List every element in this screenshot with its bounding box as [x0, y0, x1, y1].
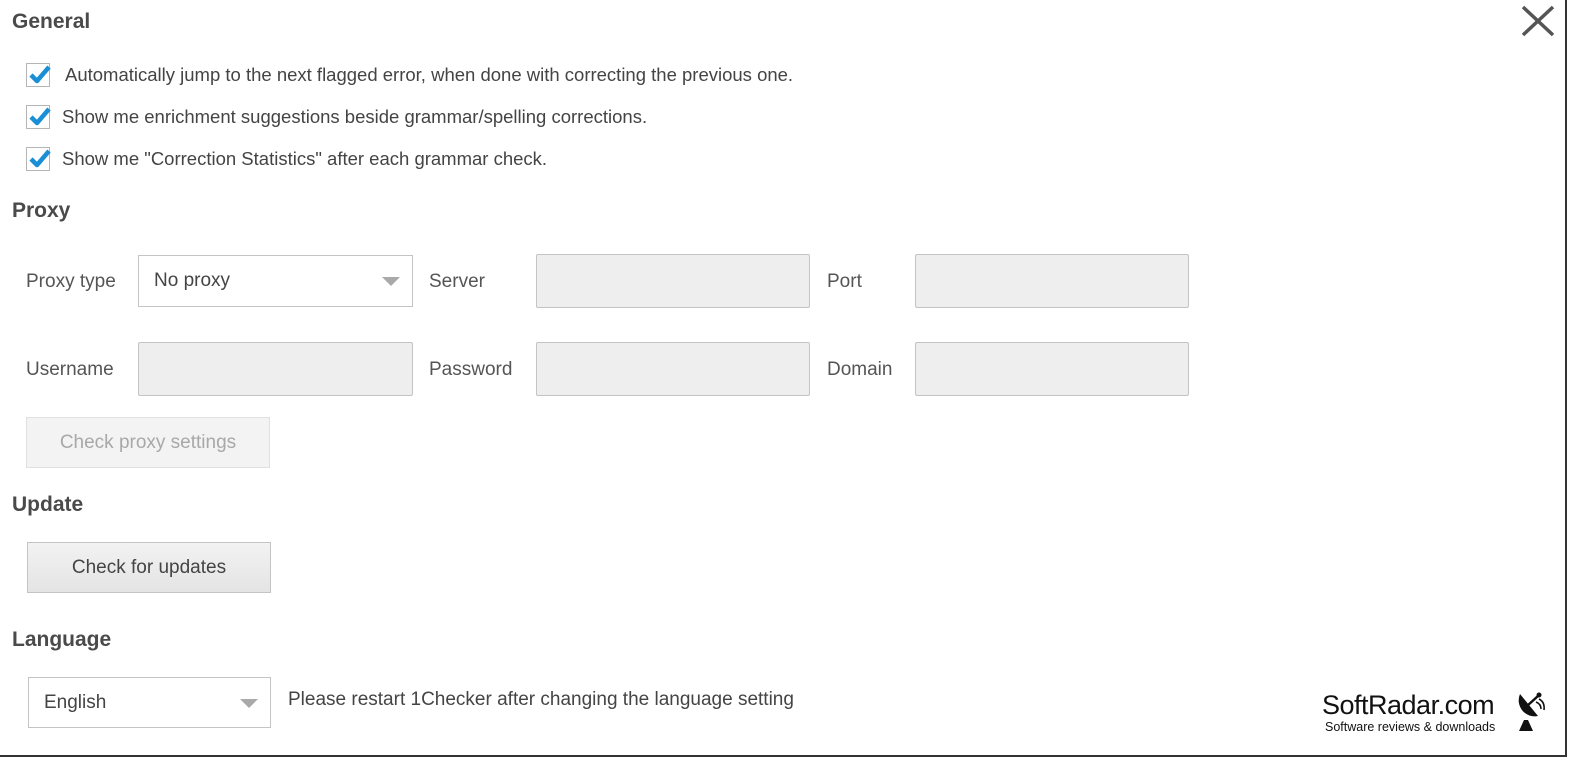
option-enrichment[interactable]: Show me enrichment suggestions beside gr… [26, 102, 647, 132]
check-proxy-settings-button[interactable]: Check proxy settings [26, 417, 270, 468]
domain-label: Domain [827, 359, 893, 380]
proxy-section-title: Proxy [12, 199, 71, 222]
enrichment-checkbox[interactable] [26, 105, 51, 129]
port-field[interactable] [915, 254, 1189, 308]
username-label: Username [26, 359, 114, 380]
password-label: Password [429, 359, 513, 380]
language-restart-hint: Please restart 1Checker after changing t… [288, 689, 794, 710]
language-section-title: Language [12, 628, 112, 651]
language-select[interactable]: English [28, 677, 271, 728]
server-label: Server [429, 271, 485, 292]
port-label: Port [827, 271, 862, 292]
satellite-dish-icon [1518, 692, 1545, 731]
password-field[interactable] [536, 342, 810, 396]
check-for-updates-button[interactable]: Check for updates [27, 542, 271, 593]
general-section-title: General [12, 10, 91, 33]
option-auto-jump[interactable]: Automatically jump to the next flagged e… [26, 60, 793, 90]
checkmark-icon [29, 107, 51, 126]
checkmark-icon [29, 65, 51, 84]
statistics-label: Show me "Correction Statistics" after ea… [62, 148, 548, 169]
auto-jump-label: Automatically jump to the next flagged e… [65, 64, 794, 85]
enrichment-label: Show me enrichment suggestions beside gr… [62, 106, 648, 127]
chevron-down-icon [240, 698, 258, 708]
auto-jump-checkbox[interactable] [26, 63, 51, 87]
checkmark-icon [29, 149, 51, 168]
username-field[interactable] [138, 342, 413, 396]
chevron-down-icon [382, 277, 400, 286]
watermark-subtitle: Software reviews & downloads [1325, 720, 1496, 734]
proxy-type-select[interactable]: No proxy [138, 255, 413, 307]
option-statistics[interactable]: Show me "Correction Statistics" after ea… [26, 144, 547, 174]
close-icon [1521, 5, 1555, 37]
watermark-title: SoftRadar.com [1322, 690, 1495, 720]
domain-field[interactable] [915, 342, 1189, 396]
proxy-type-label: Proxy type [26, 271, 116, 292]
server-field[interactable] [536, 254, 810, 308]
update-section-title: Update [12, 493, 84, 516]
close-button[interactable] [1518, 2, 1558, 42]
statistics-checkbox[interactable] [26, 147, 51, 171]
proxy-type-value: No proxy [154, 270, 231, 291]
softradar-watermark: SoftRadar.com Software reviews & downloa… [1322, 690, 1552, 740]
language-value: English [44, 691, 107, 713]
